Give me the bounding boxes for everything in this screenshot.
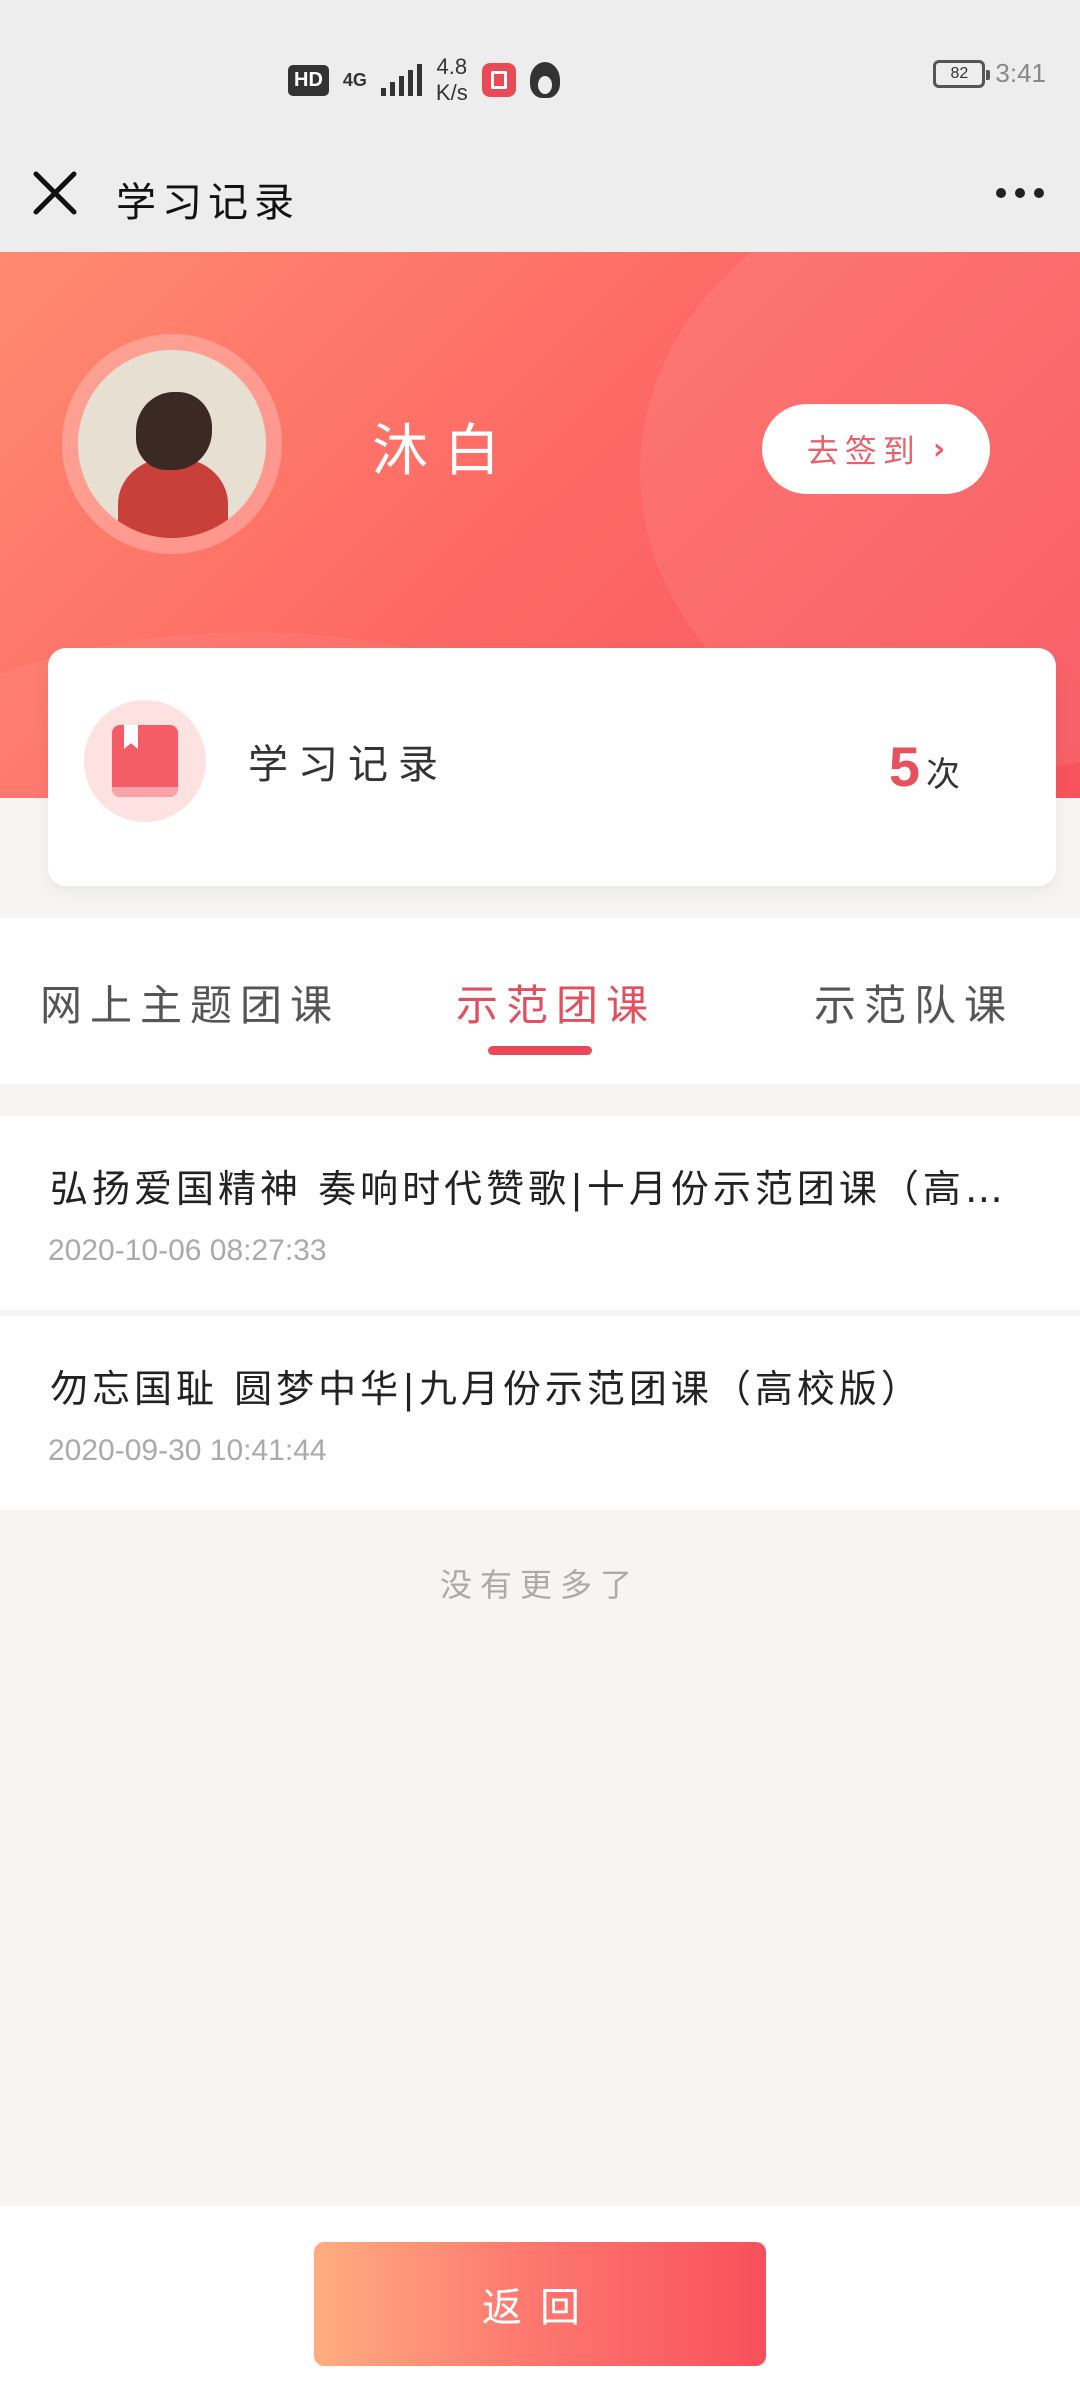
status-right-icons: 82 3:41 xyxy=(933,58,1046,89)
course-date: 2020-09-30 10:41:44 xyxy=(48,1434,327,1467)
checkin-label: 去签到 xyxy=(806,432,921,470)
record-count: 5 次 xyxy=(889,734,960,799)
nav-bar: 学习记录 xyxy=(0,140,1080,252)
back-button[interactable]: 返回 xyxy=(314,2242,766,2366)
course-title: 弘扬爱国精神 奏响时代赞歌|十月份示范团课（高校版） xyxy=(50,1167,1030,1211)
record-count-number: 5 xyxy=(888,735,920,798)
more-icon[interactable] xyxy=(996,188,1044,198)
qq-icon xyxy=(529,62,560,98)
tab-demo-league-course[interactable]: 示范团课 xyxy=(456,972,656,1033)
course-title: 勿忘国耻 圆梦中华|九月份示范团课（高校版） xyxy=(50,1367,923,1411)
course-date: 2020-10-06 08:27:33 xyxy=(48,1234,327,1267)
avatar[interactable] xyxy=(78,350,266,538)
tab-bar: 网上主题团课 示范团课 示范队课 xyxy=(0,918,1080,1084)
user-name: 沐白 xyxy=(372,419,516,484)
page-title: 学习记录 xyxy=(116,180,300,226)
battery-icon: 82 xyxy=(933,59,991,88)
study-record-card: 学习记录 5 次 xyxy=(48,648,1056,886)
list-item[interactable]: 勿忘国耻 圆梦中华|九月份示范团课（高校版） 2020-09-30 10:41:… xyxy=(0,1316,1080,1516)
record-label: 学习记录 xyxy=(248,742,448,788)
record-count-unit: 次 xyxy=(926,755,960,795)
list-item[interactable]: 弘扬爱国精神 奏响时代赞歌|十月份示范团课（高校版） 2020-10-06 08… xyxy=(0,1116,1080,1316)
tab-online-theme-course[interactable]: 网上主题团课 xyxy=(40,972,340,1033)
checkin-button[interactable]: 去签到 › xyxy=(762,404,990,494)
book-icon xyxy=(112,725,178,797)
tab-demo-team-course[interactable]: 示范队课 xyxy=(814,972,1014,1033)
speed-unit: K/s xyxy=(435,80,468,105)
close-icon[interactable] xyxy=(30,168,80,218)
bottom-bar: 返回 xyxy=(0,2206,1080,2400)
book-icon-wrap xyxy=(84,700,206,822)
speed-value: 4.8 xyxy=(436,54,468,79)
battery-level: 82 xyxy=(950,64,969,82)
avatar-ring xyxy=(62,334,282,554)
hd-badge: HD xyxy=(288,64,329,96)
network-type: 4G xyxy=(342,70,367,90)
status-bar: HD 4G 4.8 K/s 82 3:41 xyxy=(0,0,1080,140)
notification-app-icon xyxy=(481,63,516,97)
signal-icon xyxy=(380,64,422,96)
active-tab-indicator xyxy=(488,1046,592,1055)
course-list: 弘扬爱国精神 奏响时代赞歌|十月份示范团课（高校版） 2020-10-06 08… xyxy=(0,1116,1080,1516)
no-more-text: 没有更多了 xyxy=(439,1566,640,1604)
clock: 3:41 xyxy=(995,58,1046,88)
chevron-right-icon: › xyxy=(932,431,946,467)
status-left-icons: HD 4G 4.8 K/s xyxy=(288,52,560,108)
network-speed: 4.8 K/s xyxy=(436,54,468,106)
